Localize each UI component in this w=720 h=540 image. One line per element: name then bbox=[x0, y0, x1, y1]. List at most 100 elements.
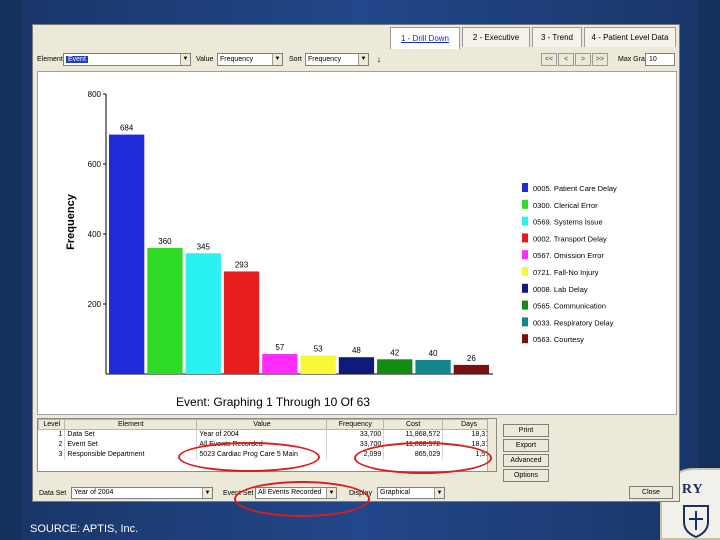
legend-swatch bbox=[522, 199, 528, 209]
legend-swatch bbox=[522, 216, 528, 226]
legend-swatch bbox=[522, 250, 528, 260]
y-tick-label: 400 bbox=[88, 230, 102, 239]
bar bbox=[147, 248, 183, 374]
table-row[interactable]: 1 Data Set Year of 2004 33,700 11,868,57… bbox=[38, 429, 496, 440]
sort-select-value: Frequency bbox=[308, 56, 342, 63]
legend-label: 0567. Omission Error bbox=[533, 251, 604, 260]
sort-direction-button[interactable]: ↓ bbox=[373, 53, 385, 66]
y-tick-label: 600 bbox=[88, 160, 102, 169]
tab-drill-down[interactable]: 1 - Drill Down bbox=[390, 27, 460, 49]
tab-patient-level-data[interactable]: 4 - Patient Level Data bbox=[584, 27, 676, 47]
chevron-down-icon[interactable]: ▼ bbox=[272, 54, 282, 65]
element-select-value: Event bbox=[66, 56, 88, 63]
bar bbox=[262, 354, 298, 374]
legend-label: 0565. Communication bbox=[533, 302, 606, 311]
legend-swatch bbox=[522, 300, 528, 310]
data-set-value: Year of 2004 bbox=[74, 489, 114, 496]
grid-cell: Responsible Department bbox=[64, 449, 198, 460]
chevron-down-icon[interactable]: ▼ bbox=[358, 54, 368, 65]
bar bbox=[223, 271, 260, 374]
y-axis-label: Frequency bbox=[65, 193, 77, 250]
close-button[interactable]: Close bbox=[629, 486, 673, 499]
bar-value-label: 293 bbox=[235, 260, 249, 269]
chevron-down-icon[interactable]: ▼ bbox=[434, 488, 444, 498]
legend-label: 0721. Fall-No Injury bbox=[533, 268, 599, 277]
value-select-value: Frequency bbox=[220, 56, 254, 63]
chart-panel: Frequency Event: Graphing 1 Through 10 O… bbox=[37, 71, 677, 415]
value-label: Value bbox=[196, 56, 214, 63]
y-tick-label: 800 bbox=[88, 90, 102, 99]
bar-value-label: 40 bbox=[429, 349, 438, 358]
bar bbox=[185, 253, 221, 374]
nav-prev-button[interactable]: < bbox=[558, 53, 574, 66]
slide-right-band bbox=[698, 0, 720, 540]
legend-swatch bbox=[522, 317, 528, 327]
grid-cell: 1 bbox=[38, 429, 66, 440]
grid-header[interactable]: Frequency bbox=[326, 419, 385, 430]
bar-value-label: 345 bbox=[197, 242, 211, 251]
tab-trend[interactable]: 3 - Trend bbox=[532, 27, 582, 47]
bar-value-label: 26 bbox=[467, 354, 476, 363]
element-select[interactable]: Event ▼ bbox=[63, 53, 191, 66]
grid-cell: Year of 2004 bbox=[196, 429, 328, 440]
export-button[interactable]: Export bbox=[503, 439, 549, 452]
highlight-ellipse bbox=[234, 481, 370, 517]
grid-cell: 2 bbox=[38, 439, 66, 450]
bar bbox=[377, 359, 413, 374]
source-note: SOURCE: APTIS, Inc. bbox=[30, 523, 139, 535]
grid-header[interactable]: Level bbox=[37, 419, 66, 430]
value-select[interactable]: Frequency ▼ bbox=[217, 53, 283, 66]
grid-header[interactable]: Element bbox=[64, 419, 198, 430]
bar-chart: Frequency Event: Graphing 1 Through 10 O… bbox=[65, 90, 617, 409]
shield-icon bbox=[683, 505, 709, 538]
highlight-ellipse bbox=[354, 442, 492, 474]
nav-last-button[interactable]: >> bbox=[592, 53, 608, 66]
legend-swatch bbox=[522, 233, 528, 243]
legend-swatch bbox=[522, 183, 528, 192]
legend-label: 0569. Systems Issue bbox=[533, 218, 603, 227]
legend-swatch bbox=[522, 283, 528, 293]
chevron-down-icon[interactable]: ▼ bbox=[202, 488, 212, 498]
sort-label: Sort bbox=[289, 56, 302, 63]
bar-value-label: 57 bbox=[275, 343, 284, 352]
data-set-select[interactable]: Year of 2004 ▼ bbox=[71, 487, 213, 499]
options-button[interactable]: Options bbox=[503, 469, 549, 482]
grid-scrollbar[interactable] bbox=[487, 419, 496, 471]
grid-cell: Event Set bbox=[64, 439, 198, 450]
legend-swatch bbox=[522, 334, 528, 344]
print-button[interactable]: Print bbox=[503, 424, 549, 437]
legend-label: 0300. Clerical Error bbox=[533, 201, 598, 210]
legend-label: 0033. Respiratory Delay bbox=[533, 318, 614, 327]
bar bbox=[453, 364, 489, 374]
grid-cell: 33,700 bbox=[326, 429, 385, 440]
tab-executive[interactable]: 2 - Executive bbox=[462, 27, 530, 47]
app-window: 1 - Drill Down 2 - Executive 3 - Trend 4… bbox=[32, 24, 680, 502]
bar-value-label: 360 bbox=[158, 237, 172, 246]
bar-value-label: 48 bbox=[352, 346, 361, 355]
element-label: Element bbox=[37, 56, 63, 63]
chart-title: Event: Graphing 1 Through 10 Of 63 bbox=[176, 395, 370, 409]
grid-header[interactable]: Cost bbox=[383, 419, 444, 430]
bar-value-label: 53 bbox=[314, 344, 323, 353]
display-select[interactable]: Graphical ▼ bbox=[377, 487, 445, 499]
grid-cell: 3 bbox=[38, 449, 66, 460]
nav-first-button[interactable]: << bbox=[541, 53, 557, 66]
bar bbox=[300, 355, 336, 374]
bar bbox=[415, 360, 451, 374]
bar bbox=[109, 134, 145, 374]
legend-swatch bbox=[522, 267, 528, 276]
grid-cell: 11,868,572 bbox=[383, 429, 444, 440]
advanced-button[interactable]: Advanced bbox=[503, 454, 549, 467]
legend-label: 0563. Courtesy bbox=[533, 335, 584, 344]
legend-label: 0008. Lab Delay bbox=[533, 285, 588, 294]
slide-left-band bbox=[0, 0, 22, 540]
max-graph-input[interactable]: 10 bbox=[645, 53, 675, 66]
display-value: Graphical bbox=[380, 489, 410, 496]
highlight-ellipse bbox=[178, 442, 320, 472]
grid-header[interactable]: Value bbox=[196, 419, 328, 430]
legend-label: 0002. Transport Delay bbox=[533, 234, 607, 243]
sort-select[interactable]: Frequency ▼ bbox=[305, 53, 369, 66]
bar-value-label: 684 bbox=[120, 124, 134, 133]
chevron-down-icon[interactable]: ▼ bbox=[180, 54, 190, 65]
nav-next-button[interactable]: > bbox=[575, 53, 591, 66]
